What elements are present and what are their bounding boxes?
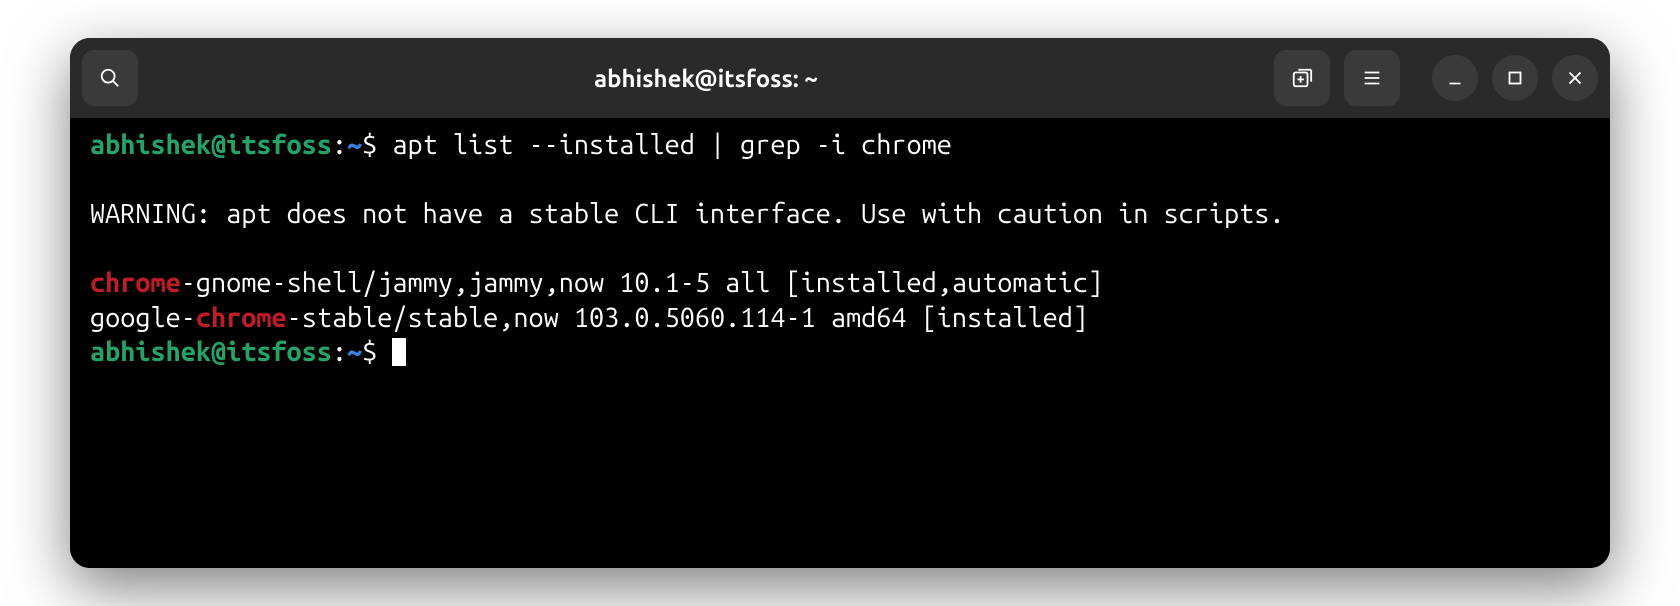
prompt-user-host: abhishek@itsfoss [90,130,332,160]
prompt-colon: : [332,337,347,367]
warning-text: WARNING: apt does not have a stable CLI … [90,199,1284,229]
prompt-colon: : [332,130,347,160]
search-button[interactable] [82,50,138,106]
search-icon [99,67,121,89]
prompt-user-host: abhishek@itsfoss [90,337,332,367]
maximize-button[interactable] [1492,55,1538,101]
menu-button[interactable] [1344,50,1400,106]
terminal-body[interactable]: abhishek@itsfoss:~$ apt list --installed… [70,118,1610,568]
hamburger-icon [1361,67,1383,89]
prompt-dollar: $ [362,337,392,367]
maximize-icon [1504,67,1526,89]
new-tab-button[interactable] [1274,50,1330,106]
minimize-icon [1444,67,1466,89]
prompt-path: ~ [347,337,362,367]
prompt-path: ~ [347,130,362,160]
titlebar: abhishek@itsfoss: ~ [70,38,1610,118]
window-controls [1432,55,1598,101]
match-highlight: chrome [196,303,287,333]
output-line-2-rest: -stable/stable,now 103.0.5060.114-1 amd6… [287,303,1088,333]
command-text: apt list --installed | grep -i chrome [392,130,951,160]
titlebar-left [82,50,138,106]
output-line-1-rest: -gnome-shell/jammy,jammy,now 10.1-5 all … [181,268,1103,298]
close-icon [1564,67,1586,89]
close-button[interactable] [1552,55,1598,101]
output-line-2-pre: google- [90,303,196,333]
new-tab-icon [1291,67,1313,89]
terminal-window: abhishek@itsfoss: ~ abhishek@itsfoss:~ [70,38,1610,568]
match-highlight: chrome [90,268,181,298]
titlebar-right [1274,50,1598,106]
prompt-dollar: $ [362,130,392,160]
window-title: abhishek@itsfoss: ~ [148,65,1264,92]
cursor [392,338,406,366]
minimize-button[interactable] [1432,55,1478,101]
